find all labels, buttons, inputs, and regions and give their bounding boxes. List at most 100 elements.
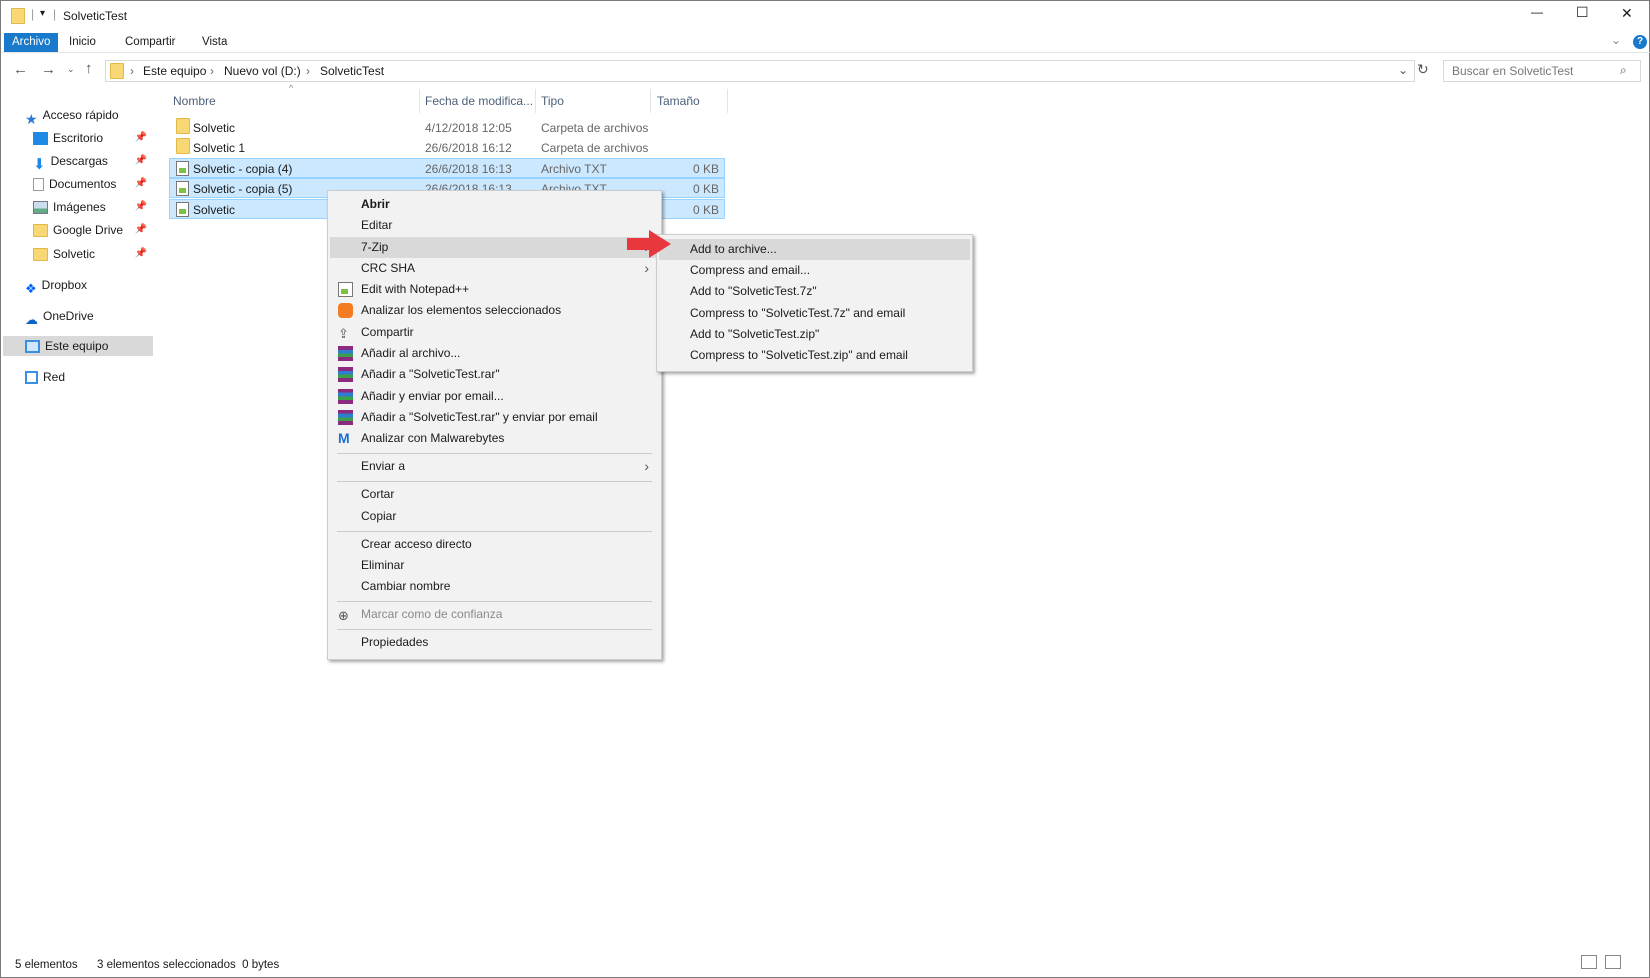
column-header-tamano[interactable]: Tamaño [657,91,700,111]
details-view-icon[interactable] [1581,955,1597,969]
menu-separator [337,453,652,454]
menu-item-crc-sha[interactable]: CRC SHA › [330,258,659,279]
text-file-icon [176,202,189,217]
column-divider[interactable] [535,89,536,113]
winrar-icon [338,410,353,425]
column-header-nombre[interactable]: Nombre [173,91,216,111]
menu-separator [337,629,652,630]
menu-separator [337,601,652,602]
sidebar-item-escritorio[interactable]: Escritorio 📌 [33,128,153,148]
menu-item-winrar-add-rar[interactable]: Añadir a "SolveticTest.rar" [330,364,659,385]
menu-item-enviar-a[interactable]: Enviar a › [330,456,659,477]
sidebar-item-documentos[interactable]: Documentos 📌 [33,174,153,194]
file-size: 0 KB [692,162,719,176]
menu-item-malwarebytes[interactable]: M Analizar con Malwarebytes [330,428,659,449]
file-size: 0 KB [692,203,719,217]
sidebar-item-dropbox[interactable]: ❖ Dropbox [25,275,153,296]
menu-item-notepadpp[interactable]: Edit with Notepad++ [330,279,659,300]
folder-icon [176,118,190,134]
menu-label: Analizar con Malwarebytes [361,431,505,445]
column-divider[interactable] [727,89,728,113]
sidebar-item-label: Red [43,370,66,384]
submenu-item-add-7z[interactable]: Add to "SolveticTest.7z" [659,281,970,302]
column-divider[interactable] [419,89,420,113]
folder-icon [33,224,48,238]
tab-compartir[interactable]: Compartir [117,33,183,52]
large-icons-view-icon[interactable] [1605,955,1621,969]
menu-item-7zip[interactable]: 7-Zip› [330,237,659,258]
search-box[interactable]: Buscar en SolveticTest ⌕ [1443,60,1641,82]
close-button[interactable]: ✕ [1621,5,1633,22]
help-icon[interactable]: ? [1633,35,1647,49]
file-row-selected[interactable]: Solvetic - copia (4) 26/6/2018 16:13 Archi… [169,158,725,178]
submenu-item-add-zip[interactable]: Add to "SolveticTest.zip" [659,324,970,345]
desktop-icon [33,132,48,146]
search-input[interactable]: Buscar en SolveticTest [1452,64,1573,78]
sidebar-item-este-equipo[interactable]: Este equipo [3,336,153,356]
column-header-tipo[interactable]: Tipo [541,91,564,111]
up-icon[interactable]: ↑ [85,60,93,77]
submenu-item-compress-email[interactable]: Compress and email... [659,260,970,281]
7zip-submenu: Add to archive... Compress and email... … [656,234,973,372]
menu-item-crear-acceso-directo[interactable]: Crear acceso directo [330,534,659,555]
quick-access-dropdown-icon[interactable]: ▾ [40,8,45,19]
refresh-icon[interactable]: ↻ [1417,61,1429,78]
sidebar-item-acceso-rapido[interactable]: ★ Acceso rápido [25,105,153,127]
menu-item-cambiar-nombre[interactable]: Cambiar nombre [330,576,659,597]
maximize-button[interactable]: ☐ [1576,4,1589,21]
sidebar-item-imagenes[interactable]: Imágenes 📌 [33,197,153,217]
tab-inicio[interactable]: Inicio [61,33,104,52]
tab-archivo[interactable]: Archivo [4,33,59,52]
minimize-button[interactable]: — [1531,5,1543,19]
sidebar-item-descargas[interactable]: ⬇ Descargas 📌 [33,151,153,173]
forward-icon[interactable]: → [41,61,56,78]
submenu-item-compress-7z-email[interactable]: Compress to "SolveticTest.7z" and email [659,303,970,324]
menu-item-eliminar[interactable]: Eliminar [330,555,659,576]
menu-item-propiedades[interactable]: Propiedades [330,632,659,653]
submenu-item-add-to-archive[interactable]: Add to archive... [659,239,970,260]
breadcrumb-este-equipo[interactable]: Este equipo [143,64,206,78]
sidebar-item-onedrive[interactable]: ☁ OneDrive [25,306,153,327]
winrar-icon [338,389,353,404]
sidebar-item-label: Google Drive [53,223,124,237]
column-header-fecha[interactable]: Fecha de modifica... [425,91,533,111]
address-bar[interactable]: › Este equipo › Nuevo vol (D:) › Solveti… [105,60,1415,82]
address-dropdown-icon[interactable]: ⌄ [1398,63,1408,77]
breadcrumb-nuevo-vol[interactable]: Nuevo vol (D:) [224,64,301,78]
submenu-item-compress-zip-email[interactable]: Compress to "SolveticTest.zip" and email [659,345,970,366]
ribbon-expand-icon[interactable]: ⌄ [1611,33,1621,47]
recent-dropdown-icon[interactable]: ⌄ [67,64,75,75]
menu-item-cortar[interactable]: Cortar [330,484,659,505]
sidebar-item-google-drive[interactable]: Google Drive 📌 [33,220,153,240]
back-icon[interactable]: ← [13,61,28,78]
search-icon[interactable]: ⌕ [1620,63,1627,78]
column-divider[interactable] [650,89,651,113]
sidebar-item-label: Solvetic [53,247,96,261]
menu-item-copiar[interactable]: Copiar [330,506,659,527]
menu-item-editar[interactable]: Editar [330,215,659,236]
file-name: Solvetic - copia (5) [193,182,293,196]
file-row[interactable]: Solvetic 1 26/6/2018 16:12 Carpeta de arch… [169,138,725,158]
menu-label: Compartir [361,325,414,339]
breadcrumb-solvetictest[interactable]: SolveticTest [320,64,384,78]
menu-item-winrar-email[interactable]: Añadir y enviar por email... [330,386,659,407]
explorer-window: | ▾ | SolveticTest — ☐ ✕ Archivo Inicio … [0,0,1650,978]
pin-icon: 📌 [134,178,147,189]
tab-vista[interactable]: Vista [194,33,235,52]
sidebar-item-solvetic[interactable]: Solvetic 📌 [33,244,153,264]
file-row[interactable]: Solvetic 4/12/2018 12:05 Carpeta de archiv… [169,118,725,138]
menu-item-avast-scan[interactable]: Analizar los elementos seleccionados [330,300,659,321]
context-menu: Abrir Editar 7-Zip› CRC SHA› Edit with N… [327,190,662,660]
sidebar-item-label: Dropbox [41,278,88,292]
menu-item-winrar-add[interactable]: Añadir al archivo... [330,343,659,364]
menu-item-compartir[interactable]: ⇪ Compartir [330,322,659,343]
folder-icon [33,248,48,262]
menu-label: 7-Zip [361,240,389,254]
menu-item-abrir[interactable]: Abrir [330,194,659,215]
pin-icon: 📌 [134,155,147,166]
menu-label: Añadir a "SolveticTest.rar" [361,367,500,381]
sidebar-item-red[interactable]: Red [25,367,153,387]
menu-label: Analizar los elementos seleccionados [361,303,562,317]
network-icon [25,371,38,385]
menu-item-winrar-rar-email[interactable]: Añadir a "SolveticTest.rar" y enviar por… [330,407,659,428]
